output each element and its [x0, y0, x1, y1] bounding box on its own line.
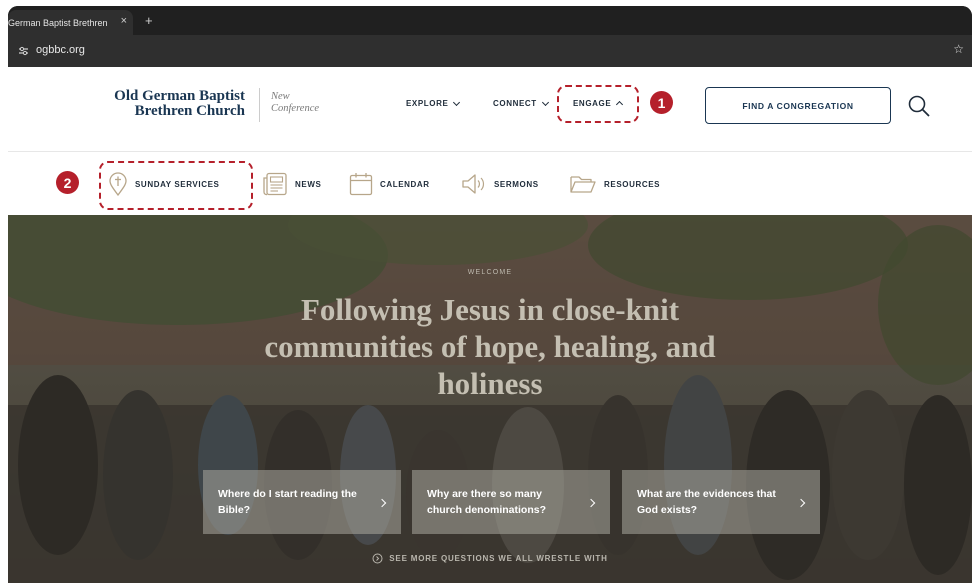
subnav-sunday-services[interactable]: SUNDAY SERVICES: [108, 172, 219, 196]
address-bar[interactable]: ogbbc.org ☆: [8, 35, 972, 67]
url-text[interactable]: ogbbc.org: [36, 44, 85, 56]
nav-connect-label: CONNECT: [493, 99, 537, 108]
hero-section: WELCOME Following Jesus in close-knit co…: [8, 215, 972, 583]
logo-line-1: Old German Baptist: [114, 88, 245, 104]
subnav-label: SERMONS: [494, 179, 539, 189]
arrow-circle-icon: [372, 553, 383, 564]
subnav-label: NEWS: [295, 179, 322, 189]
logo-divider: [259, 88, 260, 122]
logo-subtitle: New Conference: [271, 91, 319, 115]
nav-connect[interactable]: CONNECT: [493, 98, 549, 108]
logo-sub-line-1: New: [271, 91, 290, 102]
chevron-right-icon: [796, 498, 806, 508]
question-card[interactable]: Where do I start reading the Bible?: [203, 470, 401, 534]
subnav-resources[interactable]: RESOURCES: [569, 172, 660, 196]
callout-engage: [557, 85, 639, 123]
logo-sub-line-2: Conference: [271, 103, 320, 114]
chevron-right-icon: [586, 498, 596, 508]
question-card-text: Where do I start reading the Bible?: [218, 488, 357, 516]
nav-explore-label: EXPLORE: [406, 99, 449, 108]
subnav-news[interactable]: NEWS: [262, 172, 321, 196]
browser-tab[interactable]: German Baptist Brethren ×: [8, 10, 133, 35]
site-logo[interactable]: Old German Baptist Brethren Church: [90, 89, 245, 119]
tab-strip: German Baptist Brethren × +: [8, 6, 972, 35]
subnav-label: CALENDAR: [380, 179, 430, 189]
callout-marker-2: 2: [56, 171, 79, 194]
location-cross-icon: [109, 172, 127, 196]
site-header: Old German Baptist Brethren Church New C…: [8, 67, 972, 152]
new-tab-button[interactable]: +: [145, 13, 153, 28]
subnav-calendar[interactable]: CALENDAR: [349, 172, 430, 196]
question-card[interactable]: Why are there so many church denominatio…: [412, 470, 610, 534]
hero-headline: Following Jesus in close-knit communitie…: [264, 292, 716, 401]
search-icon[interactable]: [907, 94, 931, 118]
site-settings-icon[interactable]: [18, 46, 29, 56]
star-icon[interactable]: ☆: [953, 42, 964, 56]
browser-window: German Baptist Brethren × + ogbbc.org ☆ …: [8, 6, 972, 583]
question-card[interactable]: What are the evidences that God exists?: [622, 470, 820, 534]
question-card-text: What are the evidences that God exists?: [637, 488, 776, 516]
see-more-questions-link[interactable]: SEE MORE QUESTIONS WE ALL WRESTLE WITH: [8, 553, 972, 564]
see-more-label: SEE MORE QUESTIONS WE ALL WRESTLE WITH: [389, 554, 608, 563]
question-card-text: Why are there so many church denominatio…: [427, 488, 547, 516]
chevron-down-icon: [541, 98, 549, 106]
subnav-label: SUNDAY SERVICES: [135, 179, 220, 189]
nav-explore[interactable]: EXPLORE: [406, 98, 461, 108]
tab-close-icon[interactable]: ×: [121, 15, 127, 27]
subnav-sermons[interactable]: SERMONS: [461, 172, 539, 196]
tab-title: German Baptist Brethren: [8, 17, 108, 28]
newspaper-icon: [263, 172, 287, 196]
folder-icon: [570, 176, 596, 193]
calendar-icon: [349, 173, 373, 196]
logo-line-2: Brethren Church: [134, 103, 245, 119]
hero-eyebrow: WELCOME: [467, 269, 513, 276]
megaphone-icon: [462, 174, 485, 194]
web-page: Old German Baptist Brethren Church New C…: [8, 67, 972, 583]
chevron-down-icon: [453, 98, 461, 106]
callout-marker-1: 1: [650, 91, 673, 114]
secondary-nav: 2 SUNDAY SERVICES NEWS CALENDAR SERMONS …: [8, 152, 972, 215]
chevron-right-icon: [377, 498, 387, 508]
subnav-label: RESOURCES: [604, 179, 661, 189]
find-congregation-button[interactable]: FIND A CONGREGATION: [705, 87, 891, 124]
